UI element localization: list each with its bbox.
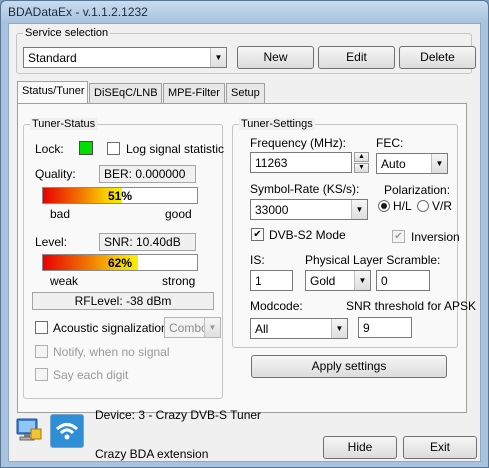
quality-good-label: good [165, 207, 192, 221]
window-title: BDADataEx - v.1.1.2.1232 [8, 5, 148, 19]
chevron-down-icon: ▼ [331, 319, 347, 338]
chevron-down-icon: ▼ [351, 200, 367, 219]
level-label: Level: [35, 235, 68, 249]
quality-bar: 51% [42, 187, 198, 204]
modcode-select[interactable]: All ▼ [250, 318, 348, 339]
pol-vr-label: V/R [432, 199, 453, 213]
pls-value-input[interactable]: 0 [376, 270, 430, 291]
inversion-checkbox[interactable]: ✔ [392, 230, 405, 243]
tuner-settings-legend: Tuner-Settings [239, 118, 315, 130]
modcode-label: Modcode: [250, 299, 303, 313]
pol-hl-label: H/L [393, 199, 412, 213]
frequency-label: Frequency (MHz): [250, 136, 347, 150]
level-strong-label: strong [162, 274, 196, 288]
frequency-down-arrow[interactable]: ▼ [354, 163, 369, 173]
fec-label: FEC: [376, 136, 404, 150]
polarization-label: Polarization: [384, 183, 451, 197]
pls-mode-select[interactable]: Gold ▼ [305, 270, 371, 291]
pls-label: Physical Layer Scramble: [305, 253, 441, 267]
is-label: IS: [250, 253, 265, 267]
notify-checkbox[interactable] [35, 345, 48, 358]
delete-service-button[interactable]: Delete [399, 46, 476, 69]
modcode-value: All [255, 322, 269, 336]
frequency-up-arrow[interactable]: ▲ [354, 152, 369, 162]
snr-threshold-label: SNR threshold for APSK [346, 299, 477, 313]
level-weak-label: weak [50, 274, 79, 288]
chevron-down-icon: ▼ [204, 318, 220, 337]
level-bar: 62% [42, 254, 198, 271]
snr-readout: SNR: 10.40dB [99, 233, 196, 251]
tab-status-tuner[interactable]: Status/Tuner [17, 81, 88, 104]
notify-label: Notify, when no signal [53, 345, 170, 359]
dvbs2-checkbox[interactable]: ✔ [251, 228, 264, 241]
dvbs2-label: DVB-S2 Mode [269, 228, 346, 242]
new-service-button[interactable]: New [237, 46, 314, 69]
service-selection-legend: Service selection [23, 27, 111, 39]
level-percent: 62% [107, 256, 133, 270]
frequency-input[interactable]: 11263 [250, 152, 352, 173]
fec-value: Auto [381, 157, 406, 171]
acoustic-mode-value: Combo [169, 321, 208, 335]
acoustic-mode-select[interactable]: Combo ▼ [164, 317, 221, 338]
pls-mode-value: Gold [310, 274, 336, 288]
symbolrate-value: 33000 [255, 203, 289, 217]
chevron-down-icon: ▼ [431, 154, 447, 173]
log-signal-label: Log signal statistic [126, 142, 225, 156]
acoustic-checkbox[interactable] [35, 321, 48, 334]
symbolrate-select[interactable]: 33000 ▼ [250, 199, 368, 220]
service-select-value: Standard [28, 51, 77, 65]
wireless-signal-icon[interactable] [50, 414, 84, 448]
tuner-status-legend: Tuner-Status [30, 118, 98, 130]
device-label: Device: 3 - Crazy DVB-S Tuner [95, 408, 262, 422]
computer-monitor-icon [15, 415, 43, 443]
status-tuner-panel: Tuner-Status Lock: Log signal statistic … [17, 103, 476, 413]
lock-indicator [79, 141, 93, 155]
inversion-label: Inversion [411, 230, 460, 244]
chevron-down-icon: ▼ [210, 48, 226, 67]
quality-percent: 51% [107, 189, 133, 203]
chevron-down-icon: ▼ [354, 271, 370, 290]
exit-button[interactable]: Exit [403, 436, 477, 459]
tab-setup[interactable]: Setup [226, 83, 265, 103]
quality-bad-label: bad [50, 207, 71, 221]
extension-label: Crazy BDA extension [95, 447, 209, 461]
edit-service-button[interactable]: Edit [318, 46, 395, 69]
ber-readout: BER: 0.000000 [99, 165, 196, 183]
title-bar[interactable]: BDADataEx - v.1.1.2.1232 [1, 1, 488, 23]
pol-vr-radio[interactable] [417, 200, 429, 212]
client-area: Service selection Standard ▼ New Edit De… [8, 23, 481, 462]
tab-mpe-filter[interactable]: MPE-Filter [163, 83, 225, 103]
pol-hl-radio[interactable] [378, 200, 390, 212]
say-digit-checkbox[interactable] [35, 368, 48, 381]
service-select[interactable]: Standard ▼ [23, 47, 227, 68]
rflevel-readout: RFLevel: -38 dBm [32, 292, 214, 310]
symbolrate-label: Symbol-Rate (KS/s): [250, 182, 360, 196]
app-window: BDADataEx - v.1.1.2.1232 Service selecti… [0, 0, 489, 468]
say-digit-label: Say each digit [53, 368, 129, 382]
is-input[interactable]: 1 [250, 270, 293, 291]
fec-select[interactable]: Auto ▼ [376, 153, 448, 174]
log-signal-checkbox[interactable] [107, 142, 120, 155]
lock-label: Lock: [35, 142, 64, 156]
tab-diseqc-lnb[interactable]: DiSEqC/LNB [89, 83, 162, 103]
apply-settings-button[interactable]: Apply settings [251, 355, 447, 378]
hide-button[interactable]: Hide [323, 436, 397, 459]
acoustic-label: Acoustic signalization: [53, 321, 172, 335]
snr-threshold-input[interactable]: 9 [358, 317, 412, 338]
quality-label: Quality: [35, 167, 76, 181]
